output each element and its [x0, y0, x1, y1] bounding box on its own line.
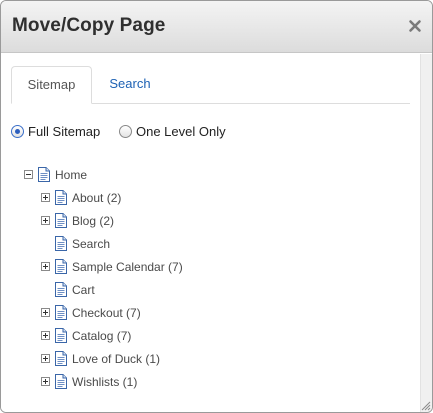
full-sitemap-option[interactable]: Full Sitemap	[11, 124, 111, 142]
tree-node-3[interactable]: Sample Calendar (7)	[1, 258, 401, 276]
tree-node-label[interactable]: Catalog (7)	[72, 328, 131, 344]
tree-node-label[interactable]: Cart	[72, 282, 95, 298]
tree-node-label[interactable]: About (2)	[72, 190, 121, 206]
tab-sitemap[interactable]: Sitemap	[11, 66, 92, 104]
tree-node-7[interactable]: Love of Duck (1)	[1, 350, 401, 368]
page-icon	[38, 167, 50, 182]
expand-plus-icon[interactable]	[41, 262, 50, 271]
resize-grip-icon[interactable]	[419, 399, 431, 411]
tree-node-label[interactable]: Sample Calendar (7)	[72, 259, 183, 275]
dialog-title: Move/Copy Page	[12, 15, 166, 36]
tree-node-8[interactable]: Wishlists (1)	[1, 373, 401, 391]
one-level-only-option[interactable]: One Level Only	[119, 124, 239, 142]
page-icon	[55, 374, 67, 389]
page-icon	[55, 305, 67, 320]
page-icon	[55, 213, 67, 228]
expand-plus-icon[interactable]	[41, 331, 50, 340]
one-level-only-label: One Level Only	[136, 124, 226, 139]
dialog-body: Sitemap Search Full Sitemap One Level On…	[1, 54, 421, 412]
tree-node-1[interactable]: Blog (2)	[1, 212, 401, 230]
tree-node-6[interactable]: Catalog (7)	[1, 327, 401, 345]
tab-bar: Sitemap Search	[11, 66, 410, 104]
tree-node-label[interactable]: Checkout (7)	[72, 305, 141, 321]
expand-plus-icon[interactable]	[41, 354, 50, 363]
tree-node-label[interactable]: Love of Duck (1)	[72, 351, 160, 367]
scrollbar-track[interactable]	[420, 54, 432, 412]
page-icon	[55, 190, 67, 205]
expand-plus-icon[interactable]	[41, 308, 50, 317]
page-icon	[55, 282, 67, 297]
tree-node-label[interactable]: Wishlists (1)	[72, 374, 137, 390]
close-icon[interactable]	[407, 18, 423, 34]
move-copy-dialog: Move/Copy Page Sitemap Search Full Sitem…	[0, 0, 433, 413]
tree-node-5[interactable]: Checkout (7)	[1, 304, 401, 322]
full-sitemap-radio[interactable]	[11, 125, 24, 138]
dialog-titlebar[interactable]: Move/Copy Page	[1, 1, 432, 53]
tree-node-label[interactable]: Search	[72, 236, 110, 252]
full-sitemap-label: Full Sitemap	[28, 124, 101, 139]
page-icon	[55, 236, 67, 251]
tab-search[interactable]: Search	[100, 66, 160, 104]
tree-node-2[interactable]: Search	[1, 235, 401, 253]
collapse-minus-icon[interactable]	[24, 170, 33, 179]
tree-node-label[interactable]: Home	[55, 167, 87, 183]
page-icon	[55, 259, 67, 274]
expand-plus-icon[interactable]	[41, 377, 50, 386]
page-icon	[55, 328, 67, 343]
expand-plus-icon[interactable]	[41, 216, 50, 225]
page-icon	[55, 351, 67, 366]
tree-node-0[interactable]: About (2)	[1, 189, 401, 207]
tree-node-label[interactable]: Blog (2)	[72, 213, 114, 229]
one-level-only-radio[interactable]	[119, 125, 132, 138]
tree-node-home[interactable]: Home	[1, 166, 401, 184]
expand-plus-icon[interactable]	[41, 193, 50, 202]
tree-node-4[interactable]: Cart	[1, 281, 401, 299]
